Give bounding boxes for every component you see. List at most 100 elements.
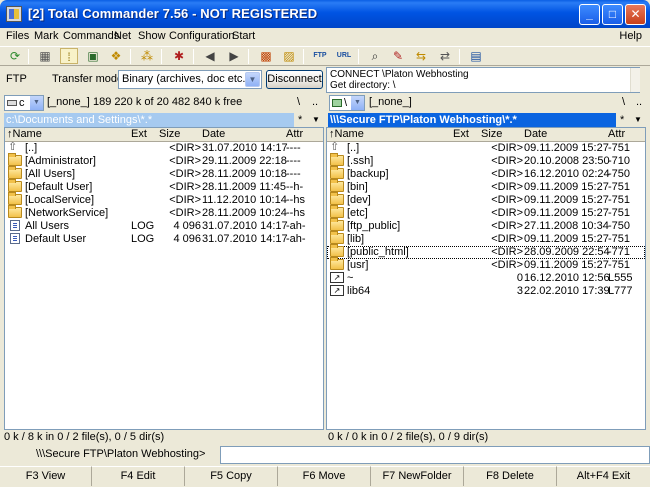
file-row[interactable]: [NetworkService] <DIR> 28.11.2009 10:24 --h… bbox=[5, 205, 323, 220]
maximize-button[interactable]: □ bbox=[602, 4, 623, 25]
chevron-down-icon[interactable]: ▼ bbox=[245, 72, 260, 87]
file-row[interactable]: [backup] <DIR> 16.12.2010 02:24 -750 bbox=[327, 166, 645, 181]
file-row[interactable]: Default User LOG 4 096 31.07.2010 14:17 -ah- bbox=[5, 233, 323, 246]
title-bar[interactable]: [2] Total Commander 7.56 - NOT REGISTERE… bbox=[0, 0, 650, 28]
parent-dir-icon: ⇧ bbox=[8, 141, 18, 153]
multi-rename-icon[interactable]: ✎ bbox=[389, 48, 407, 64]
menu-mark[interactable]: Mark bbox=[34, 30, 58, 42]
file-row[interactable]: ⇧ [..] <DIR> 31.07.2010 14:17 ---- bbox=[5, 142, 323, 155]
f7-newfolder-button[interactable]: F7 NewFolder bbox=[371, 466, 464, 486]
notepad-icon[interactable]: ▤ bbox=[467, 48, 485, 64]
file-row[interactable]: ↗ lib64 3 22.02.2010 17:39 L777 bbox=[327, 285, 645, 298]
left-file-panel[interactable]: ↑Name Ext Size Date Attr ⇧ [..] <DIR> 31.07… bbox=[4, 127, 324, 430]
cell-name: [public_html] bbox=[347, 246, 409, 258]
minimize-button[interactable]: _ bbox=[579, 4, 600, 25]
f3-view-button[interactable]: F3 View bbox=[0, 466, 92, 486]
file-row[interactable]: [Administrator] <DIR> 29.11.2009 22:18 ---- bbox=[5, 153, 323, 168]
left-drive-select[interactable]: c ▼ bbox=[4, 95, 44, 111]
cell-name: [..] bbox=[347, 142, 360, 154]
file-row[interactable]: [dev] <DIR> 09.11.2009 15:27 -751 bbox=[327, 192, 645, 207]
right-history-button[interactable]: ▼ bbox=[634, 113, 642, 127]
right-root-button[interactable]: \ bbox=[622, 96, 625, 108]
close-button[interactable]: ✕ bbox=[625, 4, 646, 25]
url-connect-icon[interactable]: URL bbox=[335, 48, 353, 64]
menu-start[interactable]: Start bbox=[232, 30, 255, 42]
menu-files[interactable]: Files bbox=[6, 30, 29, 42]
left-up-button[interactable]: .. bbox=[312, 96, 318, 108]
right-status-bar: 0 k / 0 k in 0 / 2 file(s), 0 / 9 dir(s) bbox=[328, 431, 489, 443]
f4-edit-button[interactable]: F4 Edit bbox=[92, 466, 185, 486]
column-ext[interactable]: Ext bbox=[131, 128, 147, 141]
right-file-panel[interactable]: ↑Name Ext Size Date Attr ⇧ [..] <DIR> 09.11… bbox=[326, 127, 646, 430]
f8-delete-button[interactable]: F8 Delete bbox=[464, 466, 557, 486]
file-row[interactable]: [Default User] <DIR> 28.11.2009 11:45 --h- bbox=[5, 179, 323, 194]
right-drive-select[interactable]: \ ▼ bbox=[329, 95, 365, 111]
column-date[interactable]: Date bbox=[524, 128, 547, 141]
file-row[interactable]: ⇧ [..] <DIR> 09.11.2009 15:27 -751 bbox=[327, 142, 645, 155]
right-path-bar[interactable]: \\\Secure FTP\Platon Webhosting\*.* * ▼ bbox=[328, 113, 648, 127]
file-row[interactable]: [ftp_public] <DIR> 27.11.2008 10:34 -750 bbox=[327, 218, 645, 233]
alt-f4-exit-button[interactable]: Alt+F4 Exit bbox=[557, 466, 650, 486]
right-up-button[interactable]: .. bbox=[636, 96, 642, 108]
brief-view-icon[interactable]: ▦ bbox=[36, 48, 54, 64]
sync-dirs-icon[interactable]: ⇄ bbox=[436, 48, 454, 64]
pack-icon[interactable]: ▩ bbox=[257, 48, 275, 64]
column-ext[interactable]: Ext bbox=[453, 128, 469, 141]
file-row[interactable]: [.ssh] <DIR> 20.10.2008 23:50 -710 bbox=[327, 153, 645, 168]
column-name[interactable]: ↑Name bbox=[329, 128, 364, 141]
file-row[interactable]: [All Users] <DIR> 28.11.2009 10:18 ---- bbox=[5, 166, 323, 181]
left-path-bar[interactable]: c:\Documents and Settings\*.* * ▼ bbox=[4, 113, 324, 127]
file-row[interactable]: ↗ ~0 16.12.2010 12:56 L555 bbox=[327, 272, 645, 285]
left-history-button[interactable]: ▼ bbox=[312, 113, 320, 127]
f6-move-button[interactable]: F6 Move bbox=[278, 466, 371, 486]
search-icon[interactable]: ⌕ bbox=[366, 48, 384, 64]
disconnect-button[interactable]: Disconnect bbox=[266, 70, 323, 89]
menu-help[interactable]: Help bbox=[619, 30, 642, 42]
file-row[interactable]: [bin] <DIR> 09.11.2009 15:27 -751 bbox=[327, 179, 645, 194]
file-row[interactable]: [public_html] <DIR> 28.09.2009 22:54 -771 bbox=[327, 244, 645, 259]
detailed-view-icon[interactable]: ⁞ bbox=[60, 48, 78, 64]
cell-name: [lib] bbox=[347, 233, 365, 245]
chevron-down-icon[interactable]: ▼ bbox=[30, 96, 43, 110]
unpack-files-icon[interactable]: ▨ bbox=[280, 48, 298, 64]
unpack-icon[interactable]: ✱ bbox=[170, 48, 188, 64]
refresh-icon[interactable]: ⟳ bbox=[6, 48, 24, 64]
transfer-mode-select[interactable]: Binary (archives, doc etc.) ▼ bbox=[118, 70, 262, 89]
cell-size: 4 096 bbox=[173, 220, 201, 232]
menu-commands[interactable]: Commands bbox=[63, 30, 119, 42]
ftp-log[interactable]: CONNECT \Platon Webhosting Get directory… bbox=[326, 67, 640, 93]
menu-configuration[interactable]: Configuration bbox=[169, 30, 234, 42]
cell-date: 29.11.2009 22:18 bbox=[202, 155, 287, 167]
menu-net[interactable]: Net bbox=[114, 30, 131, 42]
invert-selection-icon[interactable]: ⁂ bbox=[138, 48, 156, 64]
cell-date: 16.12.2010 02:24 bbox=[524, 168, 610, 180]
file-row[interactable]: [etc] <DIR> 09.11.2009 15:27 -751 bbox=[327, 205, 645, 220]
ftp-connect-icon[interactable]: FTP bbox=[311, 48, 329, 64]
file-row[interactable]: All Users LOG 4 096 31.07.2010 14:17 -ah- bbox=[5, 220, 323, 233]
left-root-button[interactable]: \ bbox=[297, 96, 300, 108]
tree-icon[interactable]: ❖ bbox=[107, 48, 125, 64]
cell-attr: ---- bbox=[286, 155, 301, 167]
compare-dirs-icon[interactable]: ⇆ bbox=[412, 48, 430, 64]
file-row[interactable]: [LocalService] <DIR> 11.12.2010 10:14 --hs bbox=[5, 192, 323, 207]
menu-show[interactable]: Show bbox=[138, 30, 166, 42]
forward-icon[interactable]: ▶ bbox=[225, 48, 243, 64]
column-attr[interactable]: Attr bbox=[608, 128, 625, 141]
back-icon[interactable]: ◀ bbox=[201, 48, 219, 64]
column-name[interactable]: ↑Name bbox=[7, 128, 42, 141]
column-size[interactable]: Size bbox=[159, 128, 180, 141]
folder-icon bbox=[8, 179, 22, 192]
f5-copy-button[interactable]: F5 Copy bbox=[185, 466, 278, 486]
ftp-log-scrollbar[interactable] bbox=[630, 68, 640, 92]
column-size[interactable]: Size bbox=[481, 128, 502, 141]
column-attr[interactable]: Attr bbox=[286, 128, 303, 141]
command-line-input[interactable] bbox=[220, 446, 650, 464]
file-row[interactable]: [usr] <DIR> 09.11.2009 15:27 -751 bbox=[327, 257, 645, 272]
app-icon[interactable] bbox=[6, 6, 22, 22]
thumbnails-icon[interactable]: ▣ bbox=[84, 48, 102, 64]
chevron-down-icon[interactable]: ▼ bbox=[351, 96, 364, 110]
column-date[interactable]: Date bbox=[202, 128, 225, 141]
file-row[interactable]: [lib] <DIR> 09.11.2009 15:27 -751 bbox=[327, 231, 645, 246]
left-filter-button[interactable]: * bbox=[298, 113, 302, 127]
right-filter-button[interactable]: * bbox=[620, 113, 624, 127]
